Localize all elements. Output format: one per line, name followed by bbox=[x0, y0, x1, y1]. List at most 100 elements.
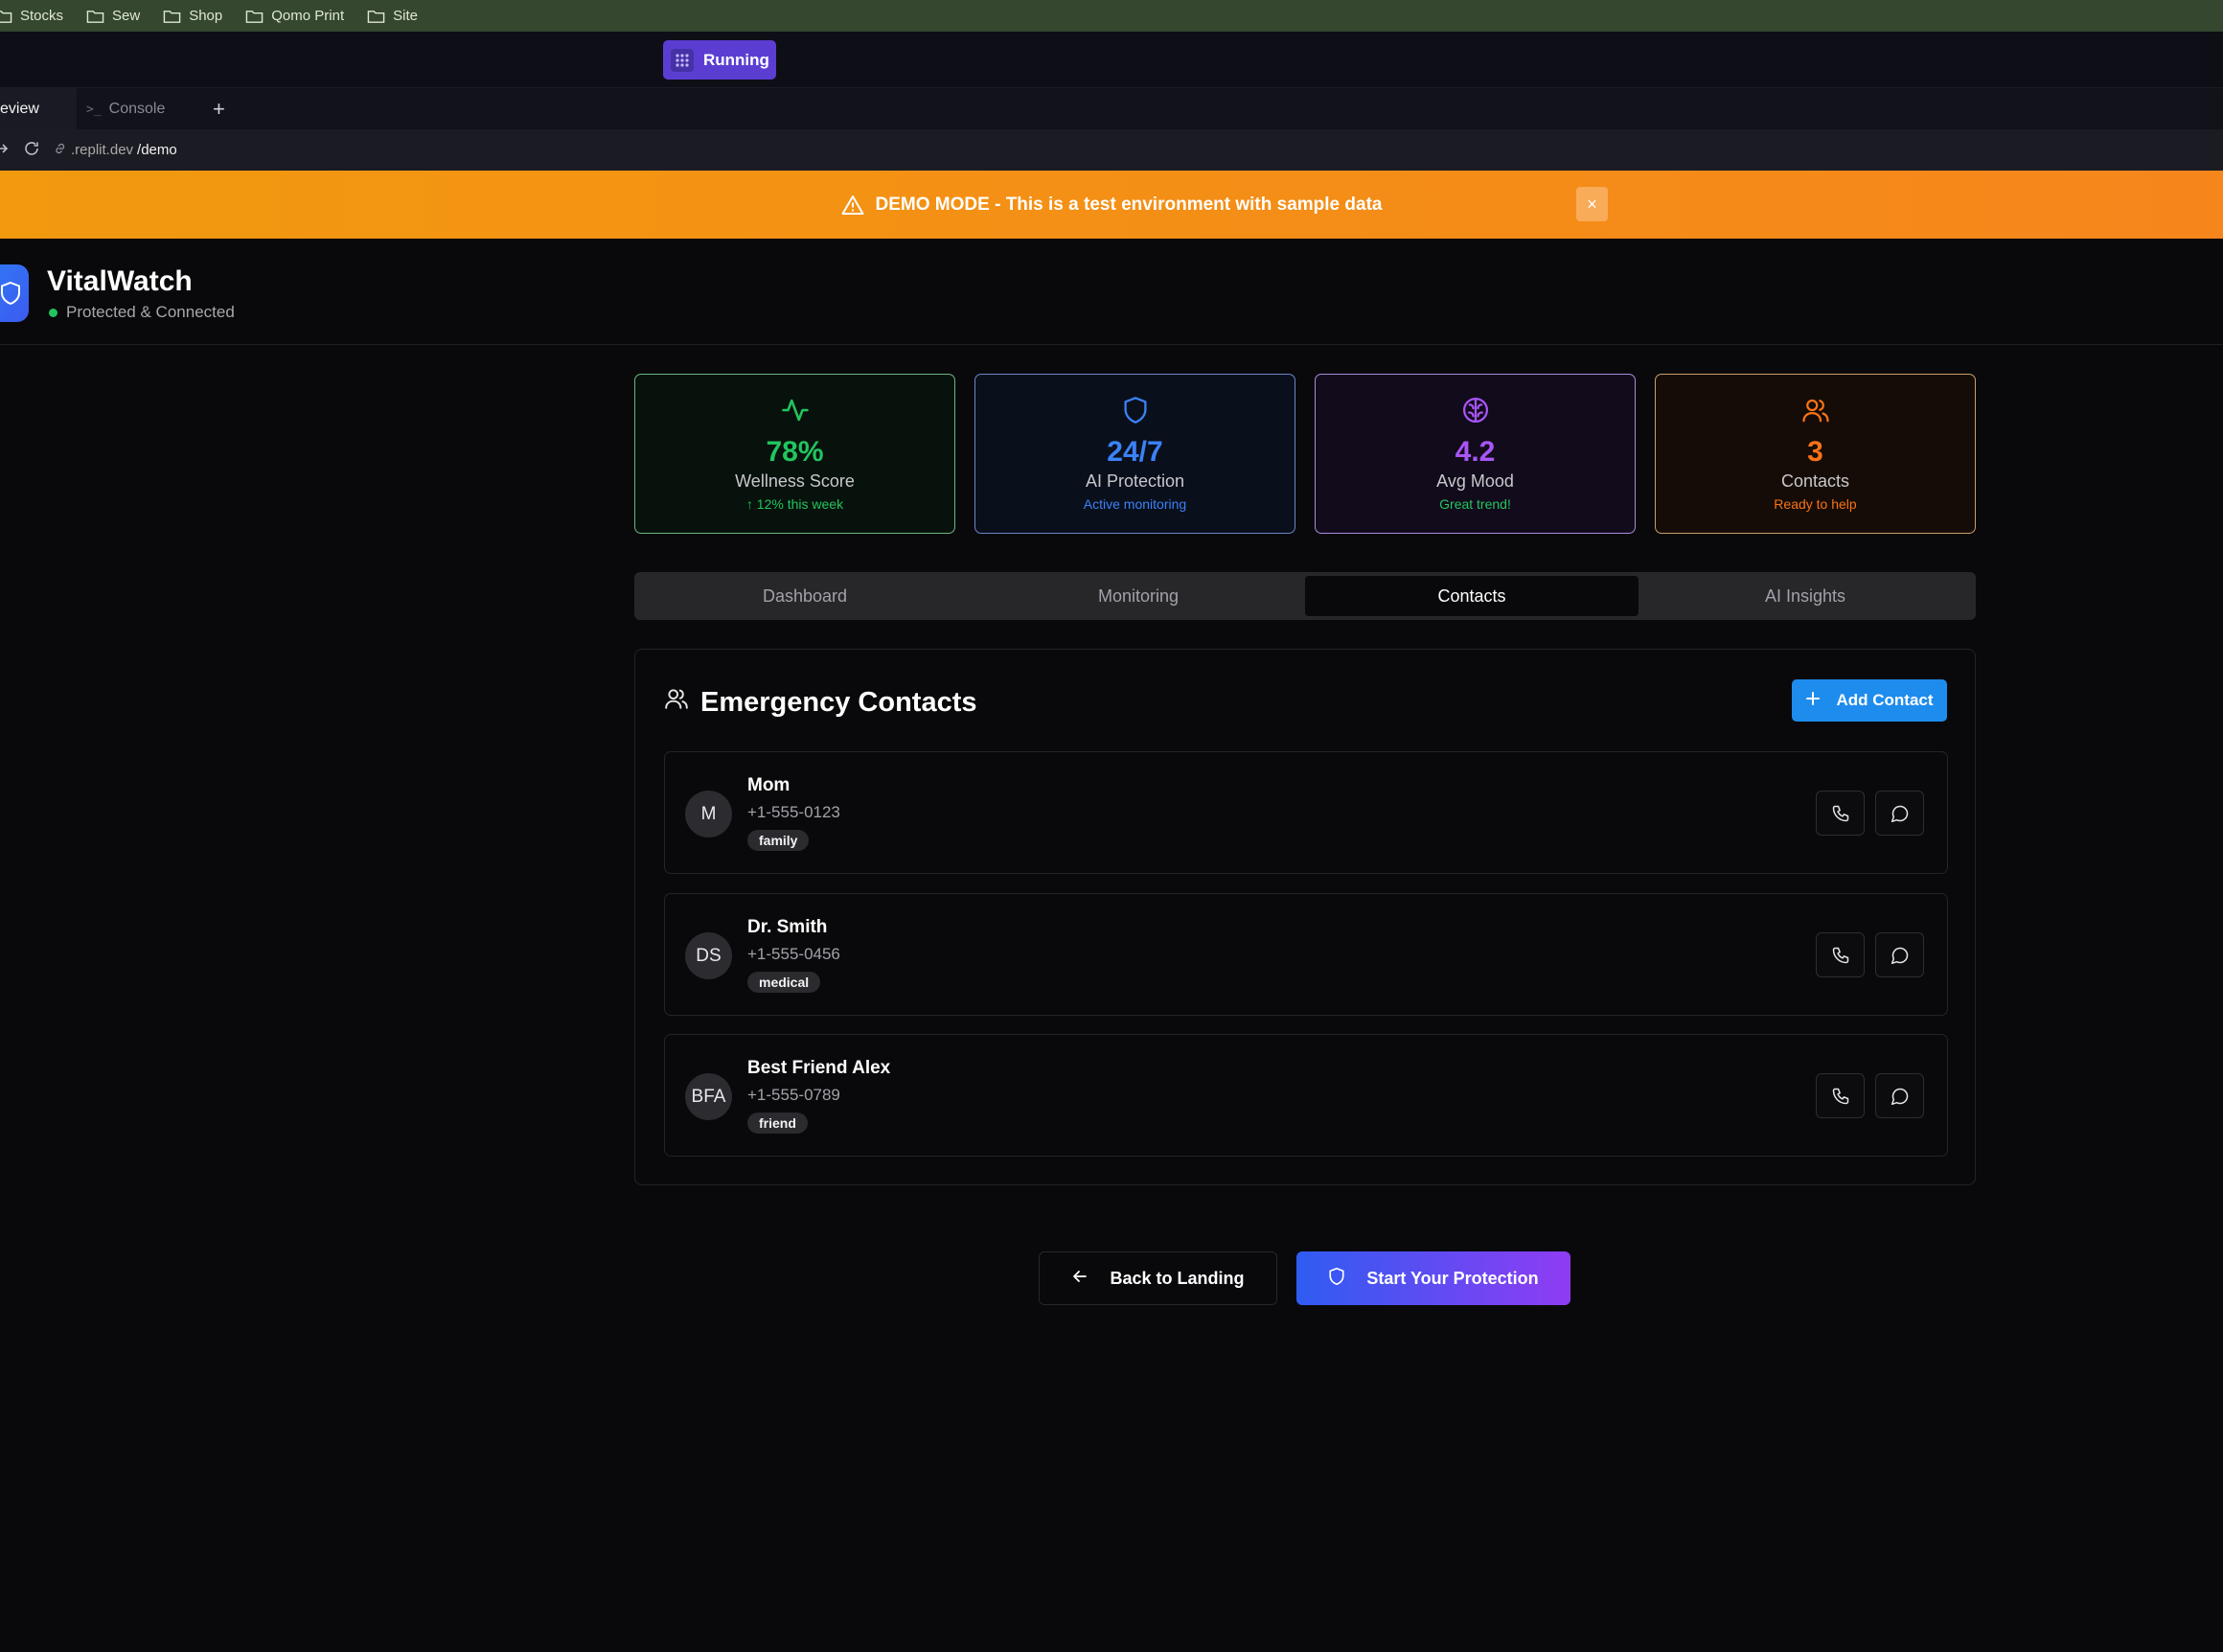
add-contact-label: Add Contact bbox=[1836, 691, 1934, 709]
demo-mode-banner: DEMO MODE - This is a test environment w… bbox=[0, 171, 2223, 239]
avatar: M bbox=[685, 791, 732, 837]
shield-icon bbox=[1328, 1267, 1345, 1291]
avg-mood-trend: Great trend! bbox=[1439, 496, 1511, 512]
contacts-count-status: Ready to help bbox=[1774, 496, 1857, 512]
tab-contacts[interactable]: Contacts bbox=[1305, 576, 1639, 616]
call-button[interactable] bbox=[1816, 932, 1865, 977]
contact-relation-badge: medical bbox=[747, 972, 821, 993]
close-banner-button[interactable]: × bbox=[1576, 187, 1608, 221]
tab-console-label: Console bbox=[108, 101, 166, 117]
logo bbox=[0, 264, 29, 322]
tab-dashboard[interactable]: Dashboard bbox=[638, 576, 972, 616]
add-tab-button[interactable]: + bbox=[213, 88, 232, 130]
tab-console[interactable]: >_ Console bbox=[79, 88, 194, 130]
bookmark-stocks[interactable]: Stocks bbox=[0, 8, 63, 24]
bookmark-label: Sew bbox=[112, 8, 141, 24]
emergency-contacts-panel: Emergency Contacts Add Contact M Mom +1-… bbox=[634, 649, 1976, 1185]
bookmark-label: Stocks bbox=[20, 8, 64, 24]
shield-icon bbox=[1122, 394, 1149, 426]
ide-tab-bar: eview >_ Console + bbox=[0, 87, 2223, 130]
tab-preview[interactable]: eview bbox=[0, 88, 77, 130]
contact-phone: +1-555-0123 bbox=[747, 803, 840, 821]
forward-icon[interactable] bbox=[0, 141, 10, 160]
ide-toolbar: Running bbox=[0, 32, 2223, 87]
url-path: /demo bbox=[137, 142, 177, 158]
bookmarks-bar: Stocks Sew Shop Qomo Print Site bbox=[0, 0, 2223, 32]
bookmark-site[interactable]: Site bbox=[367, 8, 418, 24]
avg-mood-value: 4.2 bbox=[1455, 436, 1496, 468]
app-header: VitalWatch Protected & Connected bbox=[0, 239, 2223, 345]
bookmark-label: Shop bbox=[189, 8, 223, 24]
panel-title-text: Emergency Contacts bbox=[700, 686, 977, 718]
folder-icon bbox=[163, 10, 181, 23]
avg-mood-card: 4.2 Avg Mood Great trend! bbox=[1315, 374, 1636, 534]
contacts-count-value: 3 bbox=[1807, 436, 1823, 468]
tab-ai-insights[interactable]: AI Insights bbox=[1639, 576, 1972, 616]
contact-card: DS Dr. Smith +1-555-0456 medical bbox=[664, 893, 1948, 1016]
message-button[interactable] bbox=[1875, 791, 1924, 836]
folder-icon bbox=[245, 10, 264, 23]
call-button[interactable] bbox=[1816, 1073, 1865, 1118]
add-contact-button[interactable]: Add Contact bbox=[1792, 679, 1947, 722]
contact-name: Mom bbox=[747, 775, 791, 795]
run-label: Running bbox=[703, 50, 769, 69]
back-to-landing-button[interactable]: Back to Landing bbox=[1039, 1251, 1277, 1305]
bookmark-sew[interactable]: Sew bbox=[86, 8, 140, 24]
ai-protection-card: 24/7 AI Protection Active monitoring bbox=[974, 374, 1295, 534]
run-icon bbox=[671, 48, 694, 72]
folder-icon bbox=[86, 10, 104, 23]
bookmark-label: Qomo Print bbox=[271, 8, 345, 24]
bookmark-label: Site bbox=[393, 8, 418, 24]
connection-status: Protected & Connected bbox=[49, 303, 235, 322]
panel-title: Emergency Contacts bbox=[664, 686, 977, 719]
warning-icon bbox=[841, 195, 864, 216]
main-tabs: Dashboard Monitoring Contacts AI Insight… bbox=[634, 572, 1976, 620]
folder-icon bbox=[0, 10, 12, 23]
message-icon bbox=[1891, 1088, 1908, 1105]
contacts-count-card: 3 Contacts Ready to help bbox=[1655, 374, 1976, 534]
phone-icon bbox=[1832, 947, 1848, 963]
avatar: BFA bbox=[685, 1073, 732, 1120]
phone-icon bbox=[1832, 1088, 1848, 1104]
message-icon bbox=[1891, 805, 1908, 822]
demo-banner-text: DEMO MODE - This is a test environment w… bbox=[875, 194, 1383, 215]
bookmark-shop[interactable]: Shop bbox=[163, 8, 222, 24]
plus-icon bbox=[1805, 691, 1821, 711]
contact-relation-badge: family bbox=[747, 830, 810, 851]
run-button[interactable]: Running bbox=[663, 40, 776, 80]
folder-icon bbox=[367, 10, 385, 23]
message-icon bbox=[1891, 947, 1908, 964]
ai-protection-label: AI Protection bbox=[1085, 471, 1185, 491]
ai-protection-status: Active monitoring bbox=[1083, 496, 1187, 512]
users-icon bbox=[664, 686, 689, 719]
back-to-landing-label: Back to Landing bbox=[1110, 1268, 1245, 1288]
users-icon bbox=[1801, 394, 1830, 426]
terminal-icon: >_ bbox=[86, 102, 102, 117]
wellness-score-trend: ↑ 12% this week bbox=[745, 496, 844, 512]
message-button[interactable] bbox=[1875, 1073, 1924, 1118]
message-button[interactable] bbox=[1875, 932, 1924, 977]
contact-card: M Mom +1-555-0123 family bbox=[664, 751, 1948, 874]
tab-monitoring[interactable]: Monitoring bbox=[972, 576, 1305, 616]
status-dot bbox=[49, 308, 57, 317]
bookmark-qomo-print[interactable]: Qomo Print bbox=[245, 8, 344, 24]
contact-card: BFA Best Friend Alex +1-555-0789 friend bbox=[664, 1034, 1948, 1157]
url-domain: .replit.dev bbox=[71, 142, 134, 158]
wellness-score-card: 78% Wellness Score ↑ 12% this week bbox=[634, 374, 955, 534]
brain-icon bbox=[1461, 394, 1490, 426]
avatar: DS bbox=[685, 932, 732, 979]
contacts-count-label: Contacts bbox=[1780, 471, 1850, 491]
address-bar: .replit.dev/demo bbox=[0, 129, 2223, 171]
contact-phone: +1-555-0456 bbox=[747, 945, 840, 963]
arrow-left-icon bbox=[1071, 1268, 1089, 1290]
contact-name: Best Friend Alex bbox=[747, 1058, 891, 1078]
contact-relation-badge: friend bbox=[747, 1113, 808, 1134]
url-field[interactable]: .replit.dev/demo bbox=[54, 142, 177, 159]
reload-icon[interactable] bbox=[23, 140, 40, 161]
link-icon bbox=[54, 142, 67, 159]
start-protection-label: Start Your Protection bbox=[1366, 1268, 1539, 1288]
app-title: VitalWatch bbox=[47, 265, 193, 297]
ai-protection-value: 24/7 bbox=[1107, 436, 1163, 468]
call-button[interactable] bbox=[1816, 791, 1865, 836]
start-protection-button[interactable]: Start Your Protection bbox=[1296, 1251, 1570, 1305]
